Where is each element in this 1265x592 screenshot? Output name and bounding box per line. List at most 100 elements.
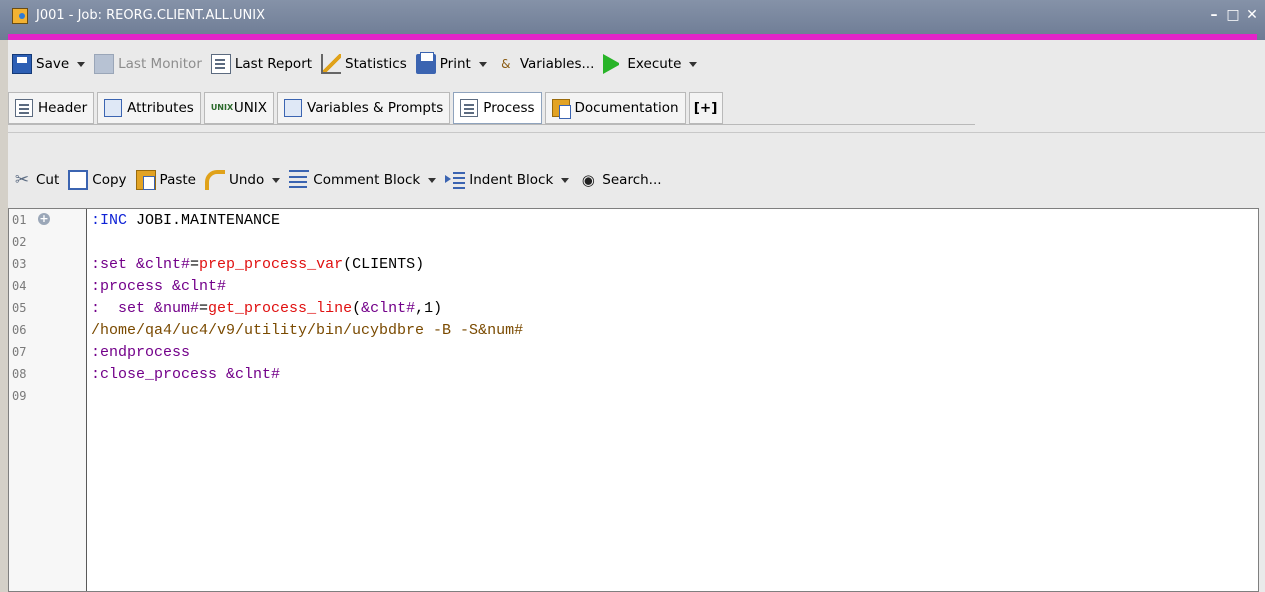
attributes-icon (104, 99, 123, 117)
code-line: :endprocess (91, 342, 190, 364)
title-bar: J001 - Job: REORG.CLIENT.ALL.UNIX – □ ✕ (0, 0, 1265, 40)
undo-dropdown-icon[interactable] (272, 177, 281, 183)
search-button[interactable]: ◉ Search... (574, 167, 666, 193)
code-keyword: :endprocess (91, 344, 191, 361)
window-title: J001 - Job: REORG.CLIENT.ALL.UNIX (36, 8, 265, 23)
save-icon (12, 54, 32, 74)
job-window-icon (12, 8, 28, 24)
code-command: /home/qa4/uc4/v9/utility/bin/ucybdbre -B… (91, 322, 479, 339)
maximize-button[interactable]: □ (1224, 6, 1242, 24)
code-text: ,1) (415, 300, 443, 317)
tab-header[interactable]: Header (8, 92, 95, 124)
tab-process[interactable]: Process (453, 92, 542, 124)
line-number-gutter: 01 + 02 03 04 05 06 07 08 09 (9, 209, 87, 591)
save-dropdown-icon[interactable] (77, 61, 86, 67)
code-operator: = (190, 256, 200, 273)
code-keyword: :INC (91, 212, 128, 229)
line-number: 01 (12, 213, 27, 227)
variables-button[interactable]: & Variables... (492, 51, 600, 77)
line-number: 06 (12, 323, 27, 337)
tab-process-label: Process (483, 100, 535, 116)
indent-block-icon (445, 170, 466, 190)
last-monitor-button[interactable]: Last Monitor (90, 51, 207, 77)
code-variable: &num# (478, 322, 524, 339)
undo-label: Undo (228, 172, 265, 188)
tab-variables-prompts-label: Variables & Prompts (307, 100, 444, 116)
variables-label: Variables... (519, 56, 595, 72)
last-report-label: Last Report (234, 56, 313, 72)
statistics-icon (321, 54, 342, 74)
code-keyword: : set (91, 300, 146, 317)
paste-icon (135, 170, 156, 190)
code-variable: &clnt# (217, 366, 281, 383)
tab-documentation[interactable]: Documentation (544, 92, 686, 124)
code-line: : set &num#=get_process_line(&clnt#,1) (91, 298, 442, 320)
job-window: Save Last Monitor Last Report Statistics… (8, 40, 1265, 592)
code-text: JOBI.MAINTENANCE (127, 212, 281, 229)
execute-play-icon (603, 54, 623, 74)
tab-bar: Header Attributes UNIX UNIX Variables & … (8, 92, 726, 124)
monitor-icon (94, 54, 115, 74)
code-function: get_process_line (208, 300, 353, 317)
comment-block-button[interactable]: Comment Block (285, 167, 441, 193)
code-line: /home/qa4/uc4/v9/utility/bin/ucybdbre -B… (91, 320, 523, 342)
statistics-button[interactable]: Statistics (317, 51, 412, 77)
code-variable: &clnt# (127, 256, 191, 273)
tab-attributes[interactable]: Attributes (97, 92, 201, 124)
line-number: 02 (12, 235, 27, 249)
tab-unix[interactable]: UNIX UNIX (203, 92, 275, 124)
report-icon (210, 54, 231, 74)
execute-button[interactable]: Execute (599, 51, 702, 77)
process-icon (460, 99, 479, 117)
toolbar-divider (8, 132, 1265, 133)
comment-block-dropdown-icon[interactable] (428, 177, 437, 183)
comment-block-label: Comment Block (313, 172, 421, 188)
code-text: ( (352, 300, 362, 317)
tab-variables-prompts[interactable]: Variables & Prompts (277, 92, 451, 124)
execute-label: Execute (627, 56, 682, 72)
documentation-icon (551, 99, 571, 119)
line-number: 08 (12, 367, 27, 381)
variables-prompts-icon (284, 99, 303, 117)
tab-unix-label: UNIX (233, 100, 268, 116)
indent-block-button[interactable]: Indent Block (441, 167, 574, 193)
line-number: 05 (12, 301, 27, 315)
cut-button[interactable]: ✂ Cut (8, 167, 64, 193)
add-tab-button[interactable]: [+] (688, 92, 723, 124)
main-toolbar: Save Last Monitor Last Report Statistics… (8, 48, 1265, 80)
variables-icon: & (501, 57, 511, 71)
code-function: prep_process_var (199, 256, 344, 273)
save-button[interactable]: Save (8, 51, 90, 77)
paste-button[interactable]: Paste (132, 167, 201, 193)
print-button[interactable]: Print (412, 51, 492, 77)
indent-block-label: Indent Block (469, 172, 554, 188)
script-editor[interactable]: 01 + 02 03 04 05 06 07 08 09 :INC JOBI.M… (8, 208, 1259, 592)
comment-block-icon (289, 170, 310, 190)
save-label: Save (36, 56, 70, 72)
code-line: :INC JOBI.MAINTENANCE (91, 210, 280, 232)
execute-dropdown-icon[interactable] (689, 61, 698, 67)
code-line: :set &clnt#=prep_process_var(CLIENTS) (91, 254, 424, 276)
close-button[interactable]: ✕ (1243, 6, 1261, 24)
code-line: :process &clnt# (91, 276, 226, 298)
search-label: Search... (602, 172, 662, 188)
indent-block-dropdown-icon[interactable] (561, 177, 570, 183)
tab-header-label: Header (38, 100, 88, 116)
header-icon (15, 99, 33, 117)
code-keyword: :set (91, 256, 128, 273)
unix-icon: UNIX (210, 103, 234, 112)
cut-label: Cut (36, 172, 60, 188)
code-line: :close_process &clnt# (91, 364, 280, 386)
print-icon (415, 52, 436, 74)
last-report-button[interactable]: Last Report (207, 51, 317, 77)
fold-expand-icon[interactable]: + (38, 213, 50, 225)
tab-attributes-label: Attributes (127, 100, 194, 116)
minimize-button[interactable]: – (1205, 6, 1223, 24)
line-number: 09 (12, 389, 27, 403)
binoculars-icon: ◉ (581, 171, 595, 189)
undo-button[interactable]: Undo (201, 167, 285, 193)
print-dropdown-icon[interactable] (478, 61, 487, 67)
copy-button[interactable]: Copy (64, 167, 131, 193)
paste-label: Paste (159, 172, 196, 188)
statistics-label: Statistics (345, 56, 407, 72)
